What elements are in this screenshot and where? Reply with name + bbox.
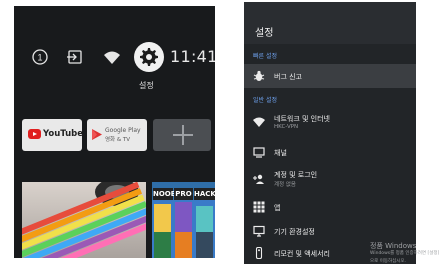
game-label: HACKE — [194, 188, 215, 200]
youtube-logo-icon — [28, 129, 41, 139]
status-bar: 1 11:41 설정 — [14, 42, 215, 90]
settings-caption: 설정 — [139, 81, 154, 90]
tv-icon — [253, 147, 265, 158]
app-label: YouTube — [43, 129, 82, 139]
clock: 11:41 — [170, 47, 215, 66]
video-thumbnail[interactable]: NOOB PRO HACKE — [152, 182, 215, 258]
minecraft-image — [152, 200, 215, 258]
windows-activation-watermark: 정품 Windows Windows를 정품 인증하려면 [설정]으로 이동하십… — [370, 242, 442, 266]
tv-home-screen: 1 11:41 설정 YouTube Google Play 영화 & TV N… — [14, 6, 215, 258]
add-app-button[interactable] — [153, 119, 211, 151]
plus-icon — [173, 125, 193, 145]
apps-row: YouTube Google Play 영화 & TV — [22, 119, 215, 151]
apps-grid-icon — [253, 201, 265, 213]
svg-text:1: 1 — [37, 53, 42, 63]
app-label: Google Play — [105, 127, 141, 134]
settings-item-sublabel: 계정 없음 — [274, 182, 296, 188]
settings-item-device-preferences[interactable]: 기기 환경설정 — [244, 219, 416, 243]
monitor-icon — [253, 225, 265, 237]
settings-item-bug-report[interactable]: 버그 신고 — [244, 64, 416, 88]
add-account-icon — [253, 174, 264, 184]
settings-item-channels[interactable]: 채널 — [244, 140, 416, 164]
game-label: PRO — [174, 188, 193, 200]
slime-image — [22, 182, 146, 258]
settings-item-label: 계정 및 로그인 — [274, 171, 318, 179]
settings-item-sublabel: HKC-VPN — [274, 124, 299, 130]
settings-item-network[interactable]: 네트워크 및 인터넷 HKC-VPN — [244, 109, 416, 135]
section-label-quick: 빠른 설정 — [253, 53, 277, 60]
settings-item-accounts[interactable]: 계정 및 로그인 계정 없음 — [244, 166, 416, 192]
settings-panel: 설정 빠른 설정 버그 신고 일반 설정 네트워크 및 인터넷 HKC-VPN … — [244, 2, 416, 264]
remote-icon — [255, 247, 263, 259]
settings-item-apps[interactable]: 앱 — [244, 195, 416, 219]
content-row: NOOB PRO HACKE — [22, 182, 215, 258]
google-play-icon — [92, 129, 102, 140]
page-title: 설정 — [255, 28, 274, 39]
input-source-icon[interactable] — [66, 48, 84, 66]
gear-icon — [140, 48, 158, 66]
app-sublabel: 영화 & TV — [105, 137, 131, 143]
bug-icon — [253, 70, 265, 81]
settings-button[interactable] — [134, 42, 164, 72]
wifi-icon — [253, 117, 265, 127]
watermark-title: 정품 Windows — [370, 242, 417, 250]
game-label: NOOB — [153, 188, 177, 200]
settings-item-label: 기기 환경설정 — [274, 228, 315, 236]
settings-item-label: 버그 신고 — [274, 73, 302, 81]
settings-item-label: 채널 — [274, 149, 287, 157]
app-tile-youtube[interactable]: YouTube — [22, 119, 82, 151]
section-label-general: 일반 설정 — [253, 97, 277, 104]
settings-header: 설정 — [244, 2, 416, 44]
settings-item-label: 앱 — [274, 204, 281, 212]
settings-item-label: 네트워크 및 인터넷 — [274, 115, 330, 123]
wifi-icon[interactable] — [103, 48, 121, 66]
app-tile-google-play-movies[interactable]: Google Play 영화 & TV — [87, 119, 147, 151]
settings-item-label: 리모컨 및 액세서리 — [274, 250, 330, 258]
video-thumbnail[interactable] — [22, 182, 146, 258]
info-icon[interactable]: 1 — [31, 48, 49, 66]
